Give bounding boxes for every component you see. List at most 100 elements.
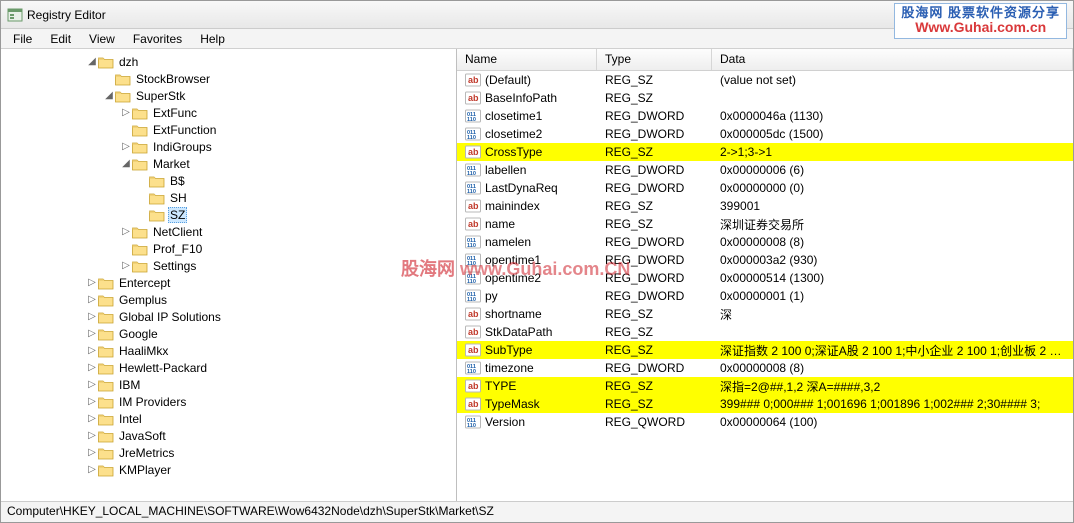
binary-value-icon (465, 253, 481, 267)
tree-item-global-ip-solutions[interactable]: ▷Global IP Solutions (1, 308, 454, 325)
tree-item-ibm[interactable]: ▷IBM (1, 376, 454, 393)
tree-pane[interactable]: ◢dzhStockBrowser ◢ SuperStk▷ExtFuncExtFunc… (1, 49, 457, 501)
expand-icon[interactable]: ▷ (86, 464, 98, 475)
tree-item-google[interactable]: ▷Google (1, 325, 454, 342)
value-row[interactable]: mainindexREG_SZ399001 (457, 197, 1073, 215)
folder-icon (98, 276, 114, 290)
value-row[interactable]: SubTypeREG_SZ深证指数 2 100 0;深证A股 2 100 1;中… (457, 341, 1073, 359)
tree-item-extfunc[interactable]: ▷ExtFunc (1, 104, 454, 121)
tree-label: KMPlayer (117, 463, 173, 477)
collapse-icon[interactable]: ◢ (86, 56, 98, 67)
expand-icon[interactable]: ▷ (120, 107, 132, 118)
tree-item-gemplus[interactable]: ▷Gemplus (1, 291, 454, 308)
tree-item-settings[interactable]: ▷Settings (1, 257, 454, 274)
tree-item-jremetrics[interactable]: ▷JreMetrics (1, 444, 454, 461)
tree-item-stockbrowser[interactable]: StockBrowser (1, 70, 454, 87)
value-name: labellen (485, 163, 526, 177)
expand-icon[interactable]: ▷ (120, 141, 132, 152)
expand-icon[interactable]: ▷ (86, 294, 98, 305)
expand-icon[interactable]: ▷ (120, 226, 132, 237)
tree-item-b-[interactable]: B$ (1, 172, 454, 189)
value-type: REG_SZ (597, 199, 712, 213)
value-row[interactable]: namelenREG_DWORD0x00000008 (8) (457, 233, 1073, 251)
menu-edit[interactable]: Edit (42, 30, 79, 48)
folder-icon (98, 412, 114, 426)
value-row[interactable]: TypeMaskREG_SZ399### 0;000### 1;001696 1… (457, 395, 1073, 413)
menu-help[interactable]: Help (192, 30, 233, 48)
value-row[interactable]: StkDataPath REG_SZ (457, 323, 1073, 341)
value-row[interactable]: CrossTypeREG_SZ2->1;3->1 (457, 143, 1073, 161)
collapse-icon[interactable]: ◢ (103, 90, 115, 101)
menu-favorites[interactable]: Favorites (125, 30, 190, 48)
value-row[interactable]: timezoneREG_DWORD0x00000008 (8) (457, 359, 1073, 377)
list-pane[interactable]: Name Type Data (Default)REG_SZ(value not… (457, 49, 1073, 501)
tree-item-superstk[interactable]: ◢ SuperStk (1, 87, 454, 104)
expand-icon[interactable]: ▷ (86, 413, 98, 424)
value-row[interactable]: TYPEREG_SZ深指=2@##,1,2 深A=####,3,2 (457, 377, 1073, 395)
value-row[interactable]: labellenREG_DWORD0x00000006 (6) (457, 161, 1073, 179)
expand-icon[interactable]: ▷ (86, 379, 98, 390)
tree-item-kmplayer[interactable]: ▷ KMPlayer (1, 461, 454, 478)
value-row[interactable]: opentime2REG_DWORD0x00000514 (1300) (457, 269, 1073, 287)
value-name: mainindex (485, 199, 540, 213)
value-row[interactable]: shortnameREG_SZ深 (457, 305, 1073, 323)
col-data[interactable]: Data (712, 49, 1073, 70)
expand-icon[interactable]: ▷ (86, 345, 98, 356)
expand-icon[interactable]: ▷ (86, 430, 98, 441)
value-row[interactable]: (Default)REG_SZ(value not set) (457, 71, 1073, 89)
value-type: REG_SZ (597, 325, 712, 339)
binary-value-icon (465, 181, 481, 195)
expand-icon[interactable]: ▷ (86, 447, 98, 458)
value-type: REG_SZ (597, 307, 712, 321)
tree-item-intel[interactable]: ▷Intel (1, 410, 454, 427)
value-name: py (485, 289, 498, 303)
expand-icon[interactable]: ▷ (120, 260, 132, 271)
value-row[interactable]: opentime1REG_DWORD0x000003a2 (930) (457, 251, 1073, 269)
value-data: (value not set) (712, 73, 1073, 87)
value-type: REG_DWORD (597, 181, 712, 195)
tree-item-prof-f10[interactable]: Prof_F10 (1, 240, 454, 257)
value-data: 399### 0;000### 1;001696 1;001896 1;002#… (712, 397, 1073, 411)
string-value-icon (465, 199, 481, 213)
tree-item-indigroups[interactable]: ▷IndiGroups (1, 138, 454, 155)
string-value-icon (465, 73, 481, 87)
value-name: opentime2 (485, 271, 541, 285)
col-type[interactable]: Type (597, 49, 712, 70)
value-row[interactable]: VersionREG_QWORD0x00000064 (100) (457, 413, 1073, 431)
tree-item-im-providers[interactable]: ▷IM Providers (1, 393, 454, 410)
collapse-icon[interactable]: ◢ (120, 158, 132, 169)
folder-icon (132, 106, 148, 120)
value-row[interactable]: closetime1REG_DWORD0x0000046a (1130) (457, 107, 1073, 125)
tree-label: B$ (168, 174, 187, 188)
expand-icon[interactable]: ▷ (86, 362, 98, 373)
value-row[interactable]: pyREG_DWORD0x00000001 (1) (457, 287, 1073, 305)
tree-item-sh[interactable]: SH (1, 189, 454, 206)
col-name[interactable]: Name (457, 49, 597, 70)
tree-item-market[interactable]: ◢Market (1, 155, 454, 172)
menu-file[interactable]: File (5, 30, 40, 48)
tree-label: NetClient (151, 225, 204, 239)
tree-item-hewlett-packard[interactable]: ▷Hewlett-Packard (1, 359, 454, 376)
window-title: Registry Editor (27, 8, 106, 22)
tree-item-dzh[interactable]: ◢dzh (1, 53, 454, 70)
tree-label: SuperStk (134, 89, 187, 103)
value-name: StkDataPath (485, 325, 552, 339)
tree-item-haalimkx[interactable]: ▷HaaliMkx (1, 342, 454, 359)
expand-icon[interactable]: ▷ (86, 396, 98, 407)
value-row[interactable]: BaseInfoPathREG_SZ (457, 89, 1073, 107)
value-row[interactable]: nameREG_SZ深圳证券交易所 (457, 215, 1073, 233)
expand-icon[interactable]: ▷ (86, 328, 98, 339)
value-row[interactable]: closetime2REG_DWORD0x000005dc (1500) (457, 125, 1073, 143)
tree-item-sz[interactable]: SZ (1, 206, 454, 223)
expand-icon[interactable]: ▷ (86, 277, 98, 288)
value-type: REG_SZ (597, 145, 712, 159)
menu-view[interactable]: View (81, 30, 123, 48)
tree-item-entercept[interactable]: ▷Entercept (1, 274, 454, 291)
tree-item-javasoft[interactable]: ▷JavaSoft (1, 427, 454, 444)
string-value-icon (465, 325, 481, 339)
expand-icon[interactable]: ▷ (86, 311, 98, 322)
tree-item-extfunction[interactable]: ExtFunction (1, 121, 454, 138)
tree-item-netclient[interactable]: ▷ NetClient (1, 223, 454, 240)
statusbar: Computer\HKEY_LOCAL_MACHINE\SOFTWARE\Wow… (1, 501, 1073, 522)
value-row[interactable]: LastDynaReqREG_DWORD0x00000000 (0) (457, 179, 1073, 197)
